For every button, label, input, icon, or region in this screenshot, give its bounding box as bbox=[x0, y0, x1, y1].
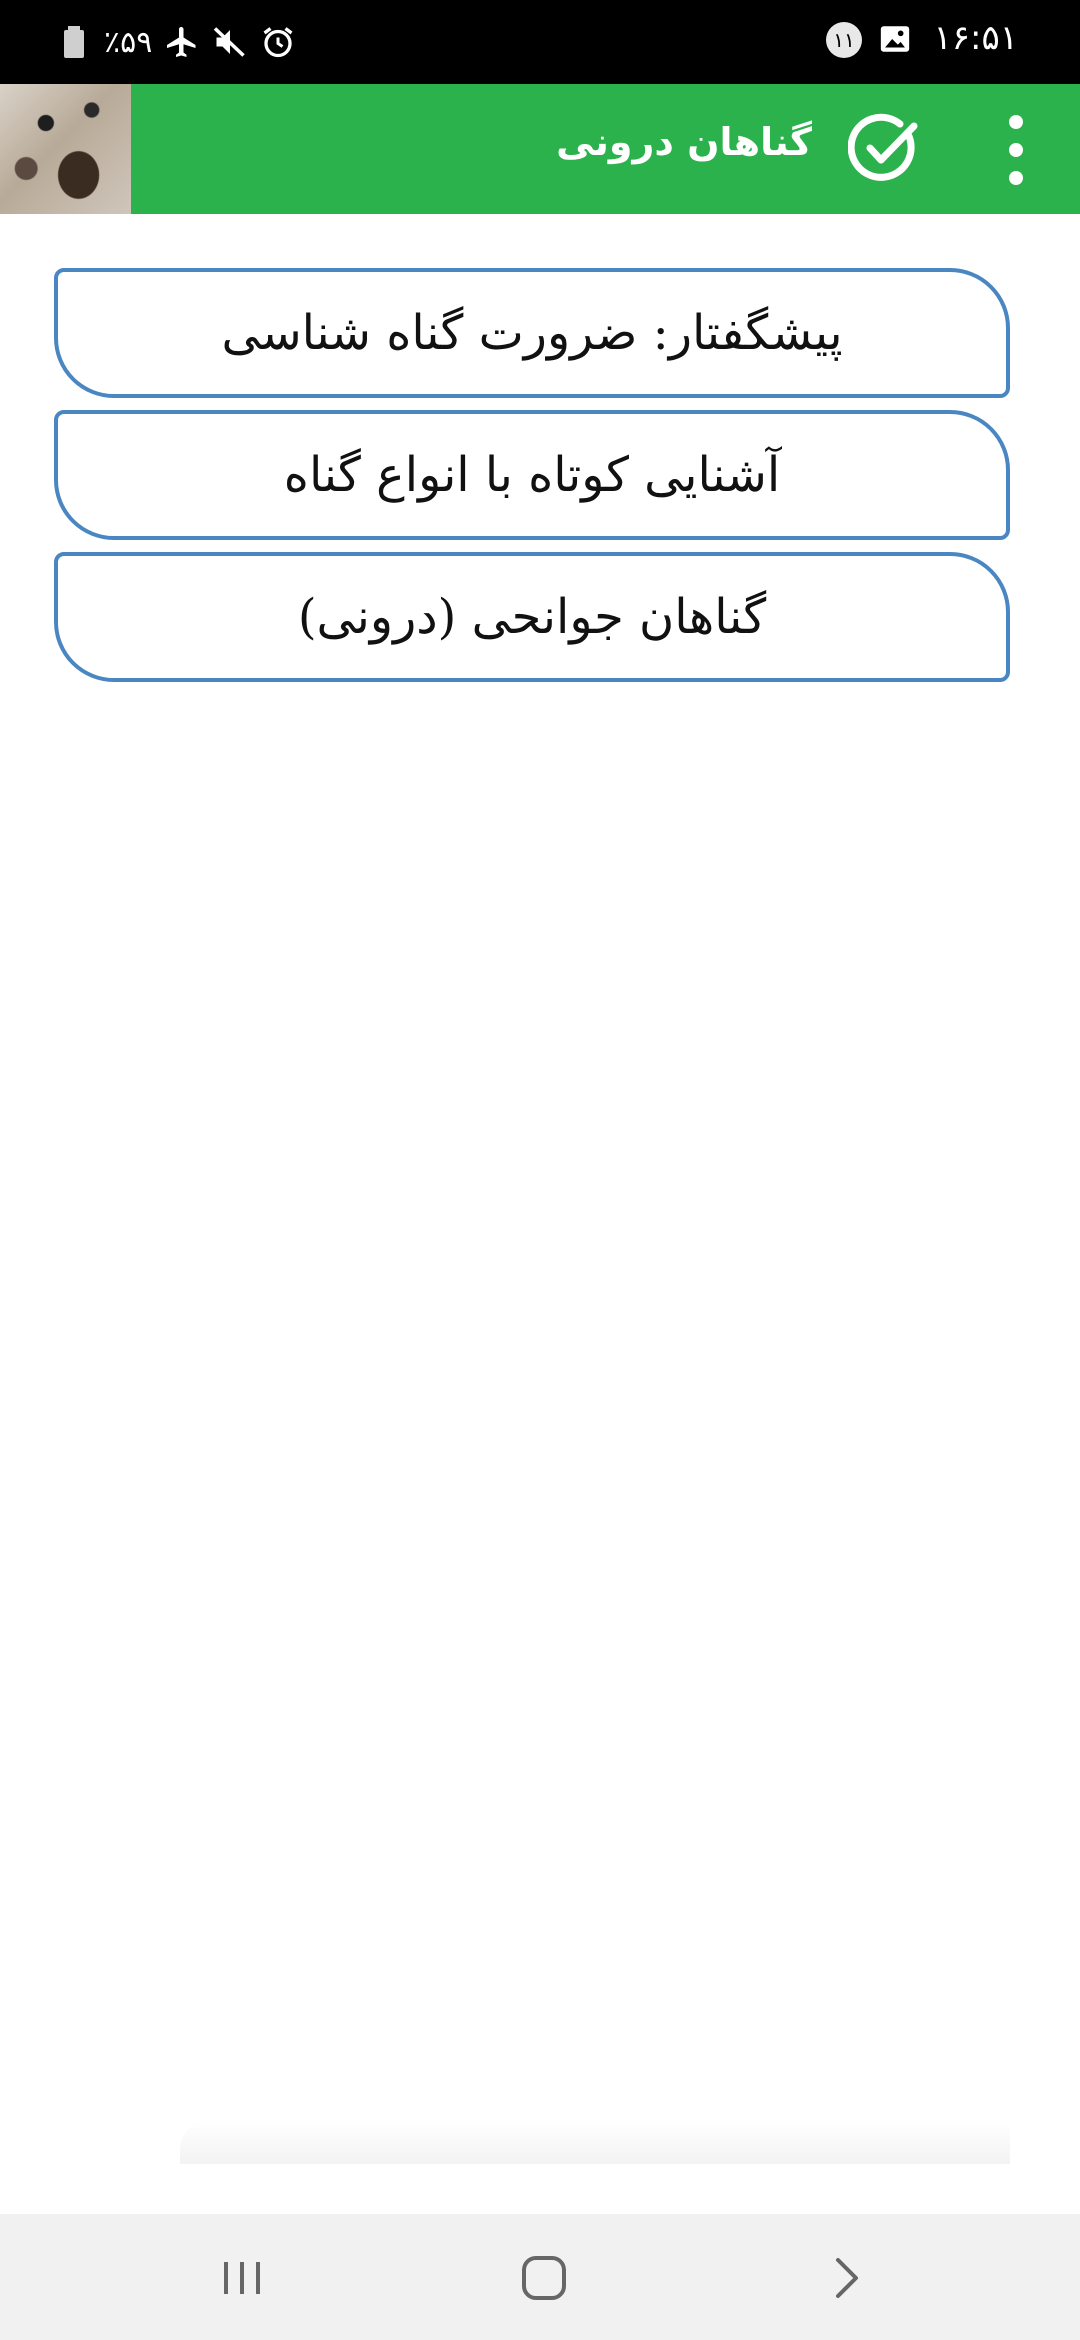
mute-icon bbox=[214, 27, 246, 57]
alarm-icon bbox=[263, 27, 293, 58]
notification-count-badge: ۱۱ bbox=[826, 22, 862, 58]
recent-apps-icon[interactable] bbox=[214, 2252, 270, 2304]
status-time: ۱۶:۵۱ bbox=[933, 18, 1018, 58]
list-item-inner-sins[interactable]: گناهان جوانحی (درونی) bbox=[54, 552, 1010, 682]
app-bar: گناهان درونی bbox=[0, 84, 1080, 214]
chapter-list: پیشگفتار: ضرورت گناه شناسی آشنایی کوتاه … bbox=[54, 268, 1010, 694]
app-title: گناهان درونی bbox=[556, 120, 812, 164]
status-bar: ٪۵۹ ۱۱ ۱۶:۵۱ bbox=[0, 0, 1080, 84]
check-circle-icon[interactable] bbox=[848, 112, 922, 186]
list-item-sin-types[interactable]: آشنایی کوتاه با انواع گناه bbox=[54, 410, 1010, 540]
gallery-icon bbox=[880, 26, 910, 52]
scroll-shadow bbox=[180, 2120, 1010, 2164]
battery-percent: ٪۵۹ bbox=[104, 24, 153, 60]
home-icon[interactable] bbox=[516, 2252, 572, 2304]
overflow-menu-icon[interactable] bbox=[996, 110, 1036, 190]
battery-icon bbox=[64, 26, 84, 58]
navigation-bar bbox=[0, 2214, 1080, 2340]
list-item-preface[interactable]: پیشگفتار: ضرورت گناه شناسی bbox=[54, 268, 1010, 398]
airplane-icon bbox=[167, 27, 196, 57]
status-left-icons: ٪۵۹ bbox=[56, 18, 296, 66]
thumbnail-image bbox=[0, 84, 131, 214]
back-icon[interactable] bbox=[818, 2252, 874, 2304]
